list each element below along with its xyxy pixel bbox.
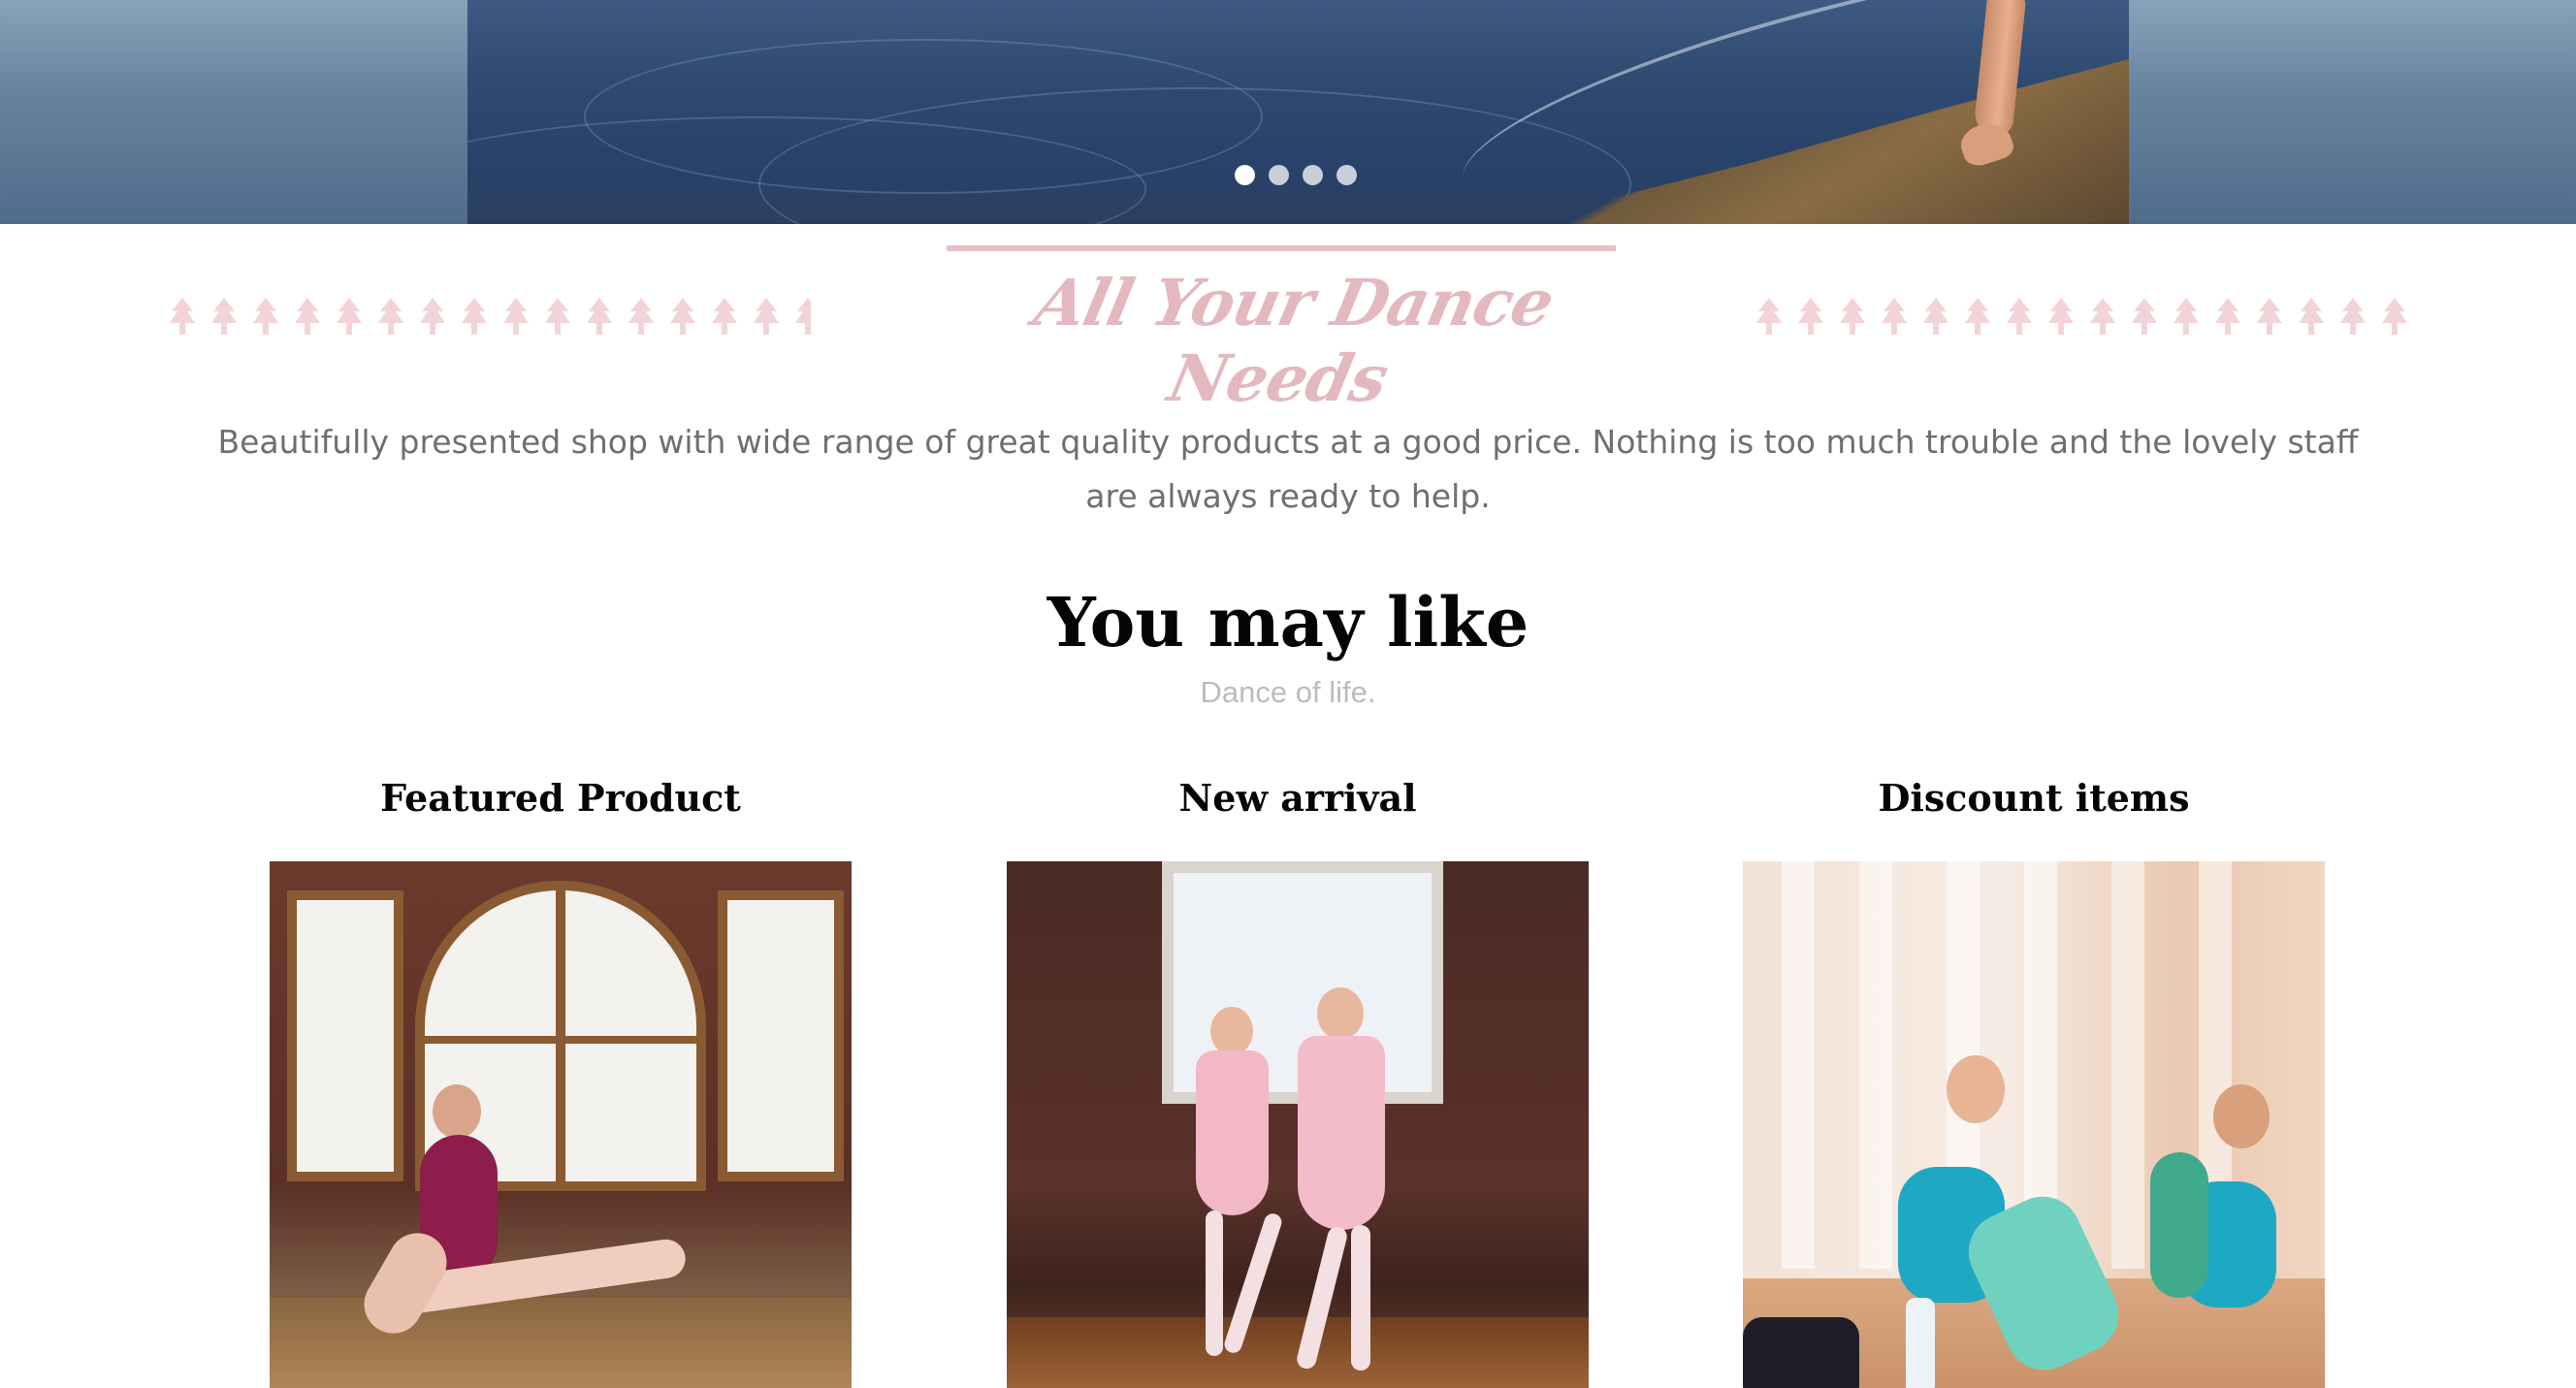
hero-slider[interactable]: [0, 0, 2576, 224]
tree-ornament-icon: [2048, 298, 2074, 335]
tree-ornament-icon: [2382, 298, 2407, 335]
tree-ornament-icon: [2090, 298, 2115, 335]
tree-border-right: [1755, 298, 2415, 337]
product-image-featured[interactable]: [270, 861, 852, 1388]
tree-ornament-icon: [462, 298, 487, 335]
tree-ornament-icon: [2299, 298, 2324, 335]
tree-ornament-icon: [170, 298, 195, 335]
heading-rule: [947, 245, 1616, 251]
tree-ornament-icon: [670, 298, 695, 335]
hero-slide-image: [467, 0, 2129, 224]
slider-dot-4[interactable]: [1336, 165, 1357, 185]
tree-ornament-icon: [337, 298, 362, 335]
tree-ornament-icon: [795, 298, 811, 335]
product-heading-featured[interactable]: Featured Product: [270, 776, 852, 830]
slider-dot-3[interactable]: [1303, 165, 1323, 185]
product-card-discount: Discount items: [1743, 776, 2325, 1388]
tree-ornament-icon: [253, 298, 278, 335]
tree-ornament-icon: [1965, 298, 1990, 335]
tree-ornament-icon: [587, 298, 612, 335]
tree-ornament-icon: [712, 298, 737, 335]
product-heading-discount[interactable]: Discount items: [1743, 776, 2325, 830]
tree-ornament-icon: [2132, 298, 2157, 335]
intro-band: All Your Dance Needs: [0, 224, 2576, 416]
script-heading: All Your Dance Needs: [1028, 265, 1561, 416]
product-heading-new-arrival[interactable]: New arrival: [1007, 776, 1589, 830]
section-title: You may like: [1046, 582, 1530, 662]
slider-dot-2[interactable]: [1269, 165, 1289, 185]
shop-description: Beautifully presented shop with wide ran…: [217, 423, 2359, 515]
tree-ornament-icon: [1798, 298, 1823, 335]
tree-ornament-icon: [503, 298, 529, 335]
tree-ornament-icon: [1840, 298, 1865, 335]
hero-side-right: [2129, 0, 2576, 224]
tree-ornament-icon: [295, 298, 320, 335]
tree-ornament-icon: [1923, 298, 1948, 335]
slider-dot-1[interactable]: [1235, 165, 1255, 185]
tree-ornament-icon: [1756, 298, 1782, 335]
tree-ornament-icon: [2257, 298, 2282, 335]
section-subtitle: Dance of life.: [1200, 675, 1376, 709]
hero-side-left: [0, 0, 467, 224]
tree-ornament-icon: [754, 298, 779, 335]
tree-ornament-icon: [2340, 298, 2366, 335]
tree-ornament-icon: [1882, 298, 1907, 335]
product-image-discount[interactable]: [1743, 861, 2325, 1388]
tree-ornament-icon: [2007, 298, 2032, 335]
tree-ornament-icon: [545, 298, 570, 335]
tree-ornament-icon: [420, 298, 445, 335]
product-card-new-arrival: New arrival: [1007, 776, 1589, 1388]
slider-dots: [1235, 165, 1357, 185]
product-card-featured: Featured Product: [270, 776, 852, 1388]
tree-ornament-icon: [628, 298, 654, 335]
tree-ornament-icon: [2174, 298, 2199, 335]
tree-ornament-icon: [2215, 298, 2240, 335]
product-image-new-arrival[interactable]: [1007, 861, 1589, 1388]
tree-ornament-icon: [211, 298, 237, 335]
tree-ornament-icon: [378, 298, 403, 335]
tree-border-left: [169, 298, 811, 337]
